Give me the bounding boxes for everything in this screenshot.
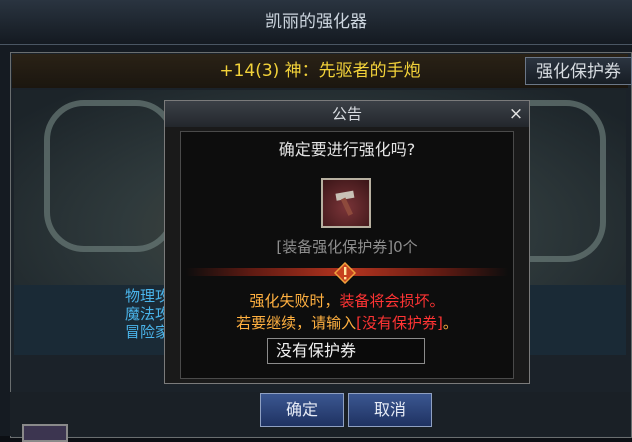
warning-diamond-icon xyxy=(334,262,356,284)
artwork-pipe xyxy=(44,100,176,252)
warning-line-2: 若要继续，请输入[没有保护券]。 xyxy=(180,312,514,333)
window-title: 凯丽的强化器 xyxy=(0,0,632,45)
ok-button[interactable]: 确定 xyxy=(260,393,344,427)
warning-emphasis: 装备将会损坏。 xyxy=(339,292,445,310)
protect-voucher-count: [装备强化保护券]0个 xyxy=(276,238,418,256)
warning-text: 若要继续，请输入 xyxy=(236,314,357,332)
warning-line-1: 强化失败时，装备将会损坏。 xyxy=(180,290,514,311)
confirm-question: 确定要进行强化吗? xyxy=(278,140,416,159)
cancel-button[interactable]: 取消 xyxy=(348,393,432,427)
warning-period: 。 xyxy=(442,314,458,332)
protect-voucher-button[interactable]: 强化保护券 xyxy=(525,57,632,85)
slot-icon[interactable] xyxy=(22,424,68,442)
warning-text: 强化失败时， xyxy=(249,292,340,310)
close-icon[interactable]: × xyxy=(506,104,526,124)
dialog-title: 公告 xyxy=(165,101,529,127)
warning-keyword: [没有保护券] xyxy=(356,314,443,332)
confirmation-input[interactable] xyxy=(267,338,425,364)
item-name: +14(3) 神：先驱者的手炮 xyxy=(219,61,421,81)
hand-cannon-icon xyxy=(335,190,355,216)
